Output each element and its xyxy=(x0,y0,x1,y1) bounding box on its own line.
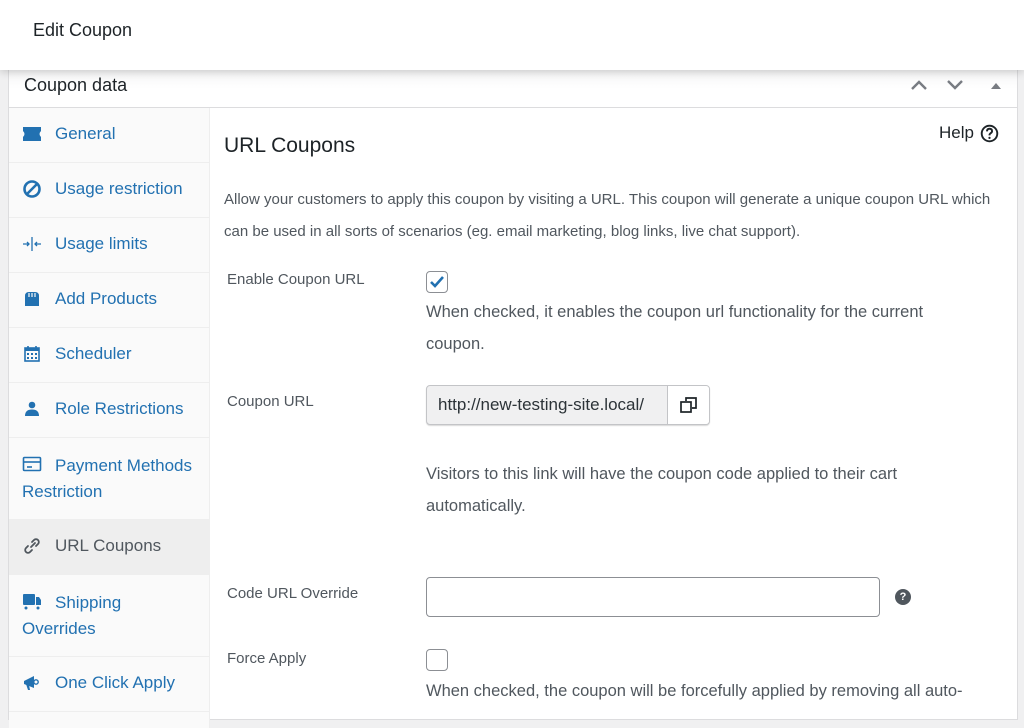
tab-label: Payment Methods Restriction xyxy=(22,456,193,501)
question-circle-icon xyxy=(980,124,999,142)
tab-payment-methods-restriction[interactable]: Payment Methods Restriction xyxy=(9,438,209,520)
copy-icon xyxy=(679,397,697,413)
panel-title: Coupon data xyxy=(24,75,128,95)
tab-label: Scheduler xyxy=(55,344,132,363)
tab-label: One Click Apply xyxy=(55,673,175,692)
help-tooltip-icon[interactable]: ? xyxy=(895,589,911,605)
url-coupons-section: Help URL Coupons Allow your customers to… xyxy=(211,108,1017,728)
truck-icon xyxy=(23,594,41,610)
help-link[interactable]: Help xyxy=(939,123,999,143)
force-apply-description: When checked, the coupon will be forcefu… xyxy=(426,682,963,700)
ticket-icon xyxy=(23,127,41,141)
tab-shipping-overrides[interactable]: Shipping Overrides xyxy=(9,575,209,657)
block-icon xyxy=(23,180,41,198)
tab-label: Usage limits xyxy=(55,234,148,253)
tab-general[interactable]: General xyxy=(9,108,209,163)
code-url-override-input[interactable] xyxy=(426,577,880,617)
bag-icon xyxy=(25,292,39,306)
force-apply-checkbox[interactable] xyxy=(426,649,448,671)
chevron-up-icon xyxy=(911,80,927,90)
tab-label: Role Restrictions xyxy=(55,399,184,418)
coupon-url-description: Visitors to this link will have the coup… xyxy=(426,465,898,515)
tab-url-coupons[interactable]: URL Coupons xyxy=(9,520,209,575)
enable-coupon-url-checkbox[interactable] xyxy=(426,271,448,293)
tab-one-click-apply[interactable]: One Click Apply xyxy=(9,657,209,712)
limits-icon xyxy=(23,237,41,251)
tab-label: General xyxy=(55,124,116,143)
coupon-url-label: Coupon URL xyxy=(227,393,314,410)
tab-usage-limits[interactable]: Usage limits xyxy=(9,218,209,273)
coupon-data-panel: Coupon data General Usage restriction Us… xyxy=(8,60,1018,728)
tab-role-restrictions[interactable]: Role Restrictions xyxy=(9,383,209,438)
page-header: Edit Coupon xyxy=(0,0,1024,70)
link-icon xyxy=(24,538,40,554)
force-apply-label: Force Apply xyxy=(227,650,307,667)
user-icon xyxy=(25,401,39,416)
triangle-up-icon xyxy=(991,82,1001,89)
enable-coupon-url-label: Enable Coupon URL xyxy=(227,271,365,288)
copy-url-button[interactable] xyxy=(667,386,709,424)
coupon-url-input[interactable] xyxy=(427,386,667,424)
tab-add-products[interactable]: Add Products xyxy=(9,273,209,328)
coupon-url-field xyxy=(426,385,710,425)
credit-card-icon xyxy=(22,456,42,472)
tab-usage-restriction[interactable]: Usage restriction xyxy=(9,163,209,218)
help-label: Help xyxy=(939,123,974,142)
section-intro: Allow your customers to apply this coupo… xyxy=(224,191,991,240)
calendar-icon xyxy=(24,346,40,362)
checkmark-icon xyxy=(430,276,444,288)
move-down-button[interactable] xyxy=(943,73,967,97)
megaphone-icon xyxy=(24,676,39,690)
section-title: URL Coupons xyxy=(224,134,356,157)
page-title: Edit Coupon xyxy=(33,20,133,40)
move-up-button[interactable] xyxy=(907,73,931,97)
code-url-override-label: Code URL Override xyxy=(227,585,359,602)
toggle-panel-button[interactable] xyxy=(984,73,1008,97)
coupon-tabs: General Usage restriction Usage limits A… xyxy=(9,108,210,728)
enable-coupon-url-description: When checked, it enables the coupon url … xyxy=(426,303,924,353)
tab-scheduler[interactable]: Scheduler xyxy=(9,328,209,383)
chevron-down-icon xyxy=(947,80,963,90)
tab-label: URL Coupons xyxy=(55,536,162,555)
tab-label: Usage restriction xyxy=(55,179,183,198)
tab-label: Add Products xyxy=(55,289,158,308)
